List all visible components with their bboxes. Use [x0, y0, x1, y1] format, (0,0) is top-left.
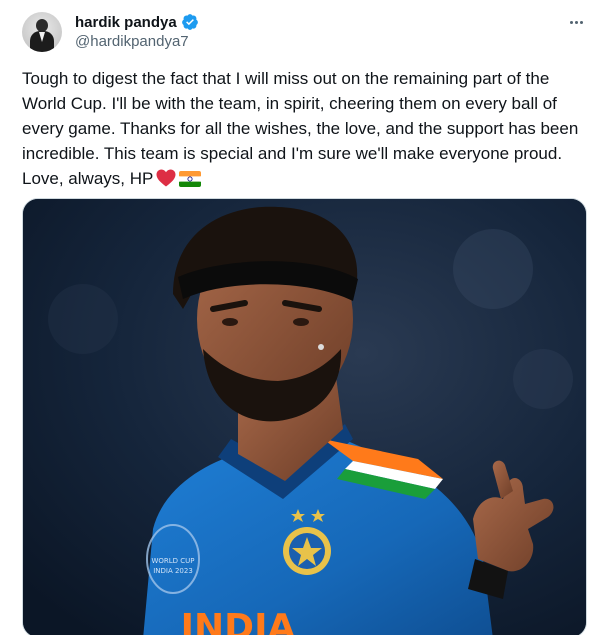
more-options-icon[interactable]: [566, 12, 586, 32]
jersey-lettering: INDIA: [181, 607, 296, 635]
svg-text:WORLD CUP: WORLD CUP: [151, 557, 194, 565]
tweet-text: Tough to digest the fact that I will mis…: [22, 66, 582, 191]
india-flag-emoji: [179, 171, 202, 187]
author-display-name[interactable]: hardik pandya: [75, 14, 177, 31]
svg-text:INDIA 2023: INDIA 2023: [153, 567, 193, 575]
tweet-photo[interactable]: WORLD CUP INDIA 2023 INDIA: [22, 198, 587, 635]
player-photo-illustration: WORLD CUP INDIA 2023 INDIA: [23, 199, 586, 635]
author-avatar[interactable]: [22, 12, 62, 52]
red-heart-emoji: [156, 169, 176, 187]
tweet-card: hardik pandya @hardikpandya7 Tough to di…: [0, 0, 597, 635]
tweet-body: Tough to digest the fact that I will mis…: [22, 69, 579, 188]
verified-badge-icon: [181, 14, 198, 30]
author-handle[interactable]: @hardikpandya7: [75, 33, 189, 50]
author-name-row: hardik pandya: [75, 12, 199, 32]
